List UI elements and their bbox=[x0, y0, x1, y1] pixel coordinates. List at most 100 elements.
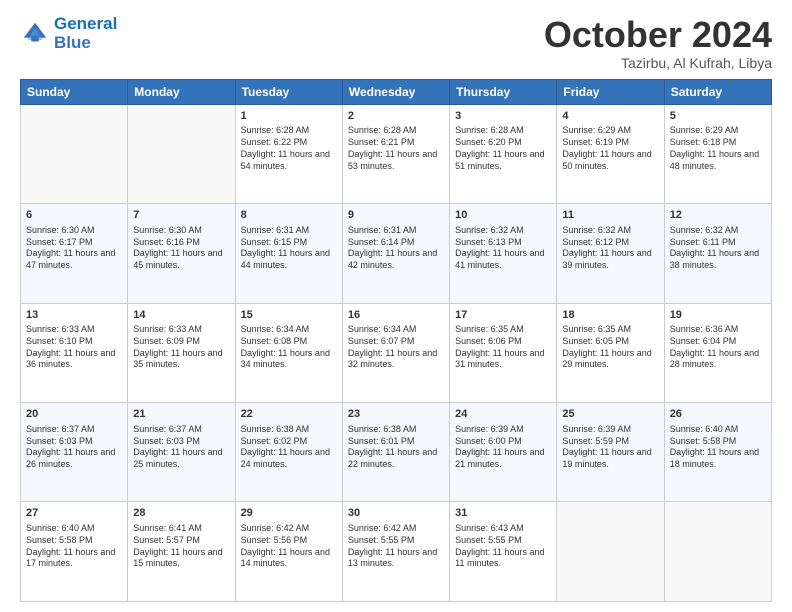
cell-info: Sunrise: 6:32 AM Sunset: 6:12 PM Dayligh… bbox=[562, 225, 658, 272]
calendar-cell: 14Sunrise: 6:33 AM Sunset: 6:09 PM Dayli… bbox=[128, 303, 235, 402]
day-number: 1 bbox=[241, 109, 337, 124]
day-number: 29 bbox=[241, 506, 337, 521]
day-number: 11 bbox=[562, 208, 658, 223]
cell-info: Sunrise: 6:34 AM Sunset: 6:08 PM Dayligh… bbox=[241, 324, 337, 371]
weekday-header: Friday bbox=[557, 79, 664, 104]
calendar-cell bbox=[557, 502, 664, 602]
cell-info: Sunrise: 6:42 AM Sunset: 5:55 PM Dayligh… bbox=[348, 523, 444, 570]
day-number: 10 bbox=[455, 208, 551, 223]
day-number: 13 bbox=[26, 308, 122, 323]
day-number: 2 bbox=[348, 109, 444, 124]
day-number: 7 bbox=[133, 208, 229, 223]
day-number: 22 bbox=[241, 407, 337, 422]
day-number: 19 bbox=[670, 308, 766, 323]
day-number: 21 bbox=[133, 407, 229, 422]
day-number: 16 bbox=[348, 308, 444, 323]
day-number: 15 bbox=[241, 308, 337, 323]
cell-info: Sunrise: 6:39 AM Sunset: 6:00 PM Dayligh… bbox=[455, 424, 551, 471]
cell-info: Sunrise: 6:40 AM Sunset: 5:58 PM Dayligh… bbox=[670, 424, 766, 471]
day-number: 28 bbox=[133, 506, 229, 521]
calendar-cell: 18Sunrise: 6:35 AM Sunset: 6:05 PM Dayli… bbox=[557, 303, 664, 402]
weekday-header: Sunday bbox=[21, 79, 128, 104]
location: Tazirbu, Al Kufrah, Libya bbox=[544, 55, 772, 71]
day-number: 25 bbox=[562, 407, 658, 422]
day-number: 26 bbox=[670, 407, 766, 422]
weekday-header: Tuesday bbox=[235, 79, 342, 104]
cell-info: Sunrise: 6:34 AM Sunset: 6:07 PM Dayligh… bbox=[348, 324, 444, 371]
cell-info: Sunrise: 6:40 AM Sunset: 5:58 PM Dayligh… bbox=[26, 523, 122, 570]
day-number: 5 bbox=[670, 109, 766, 124]
calendar-cell: 23 Sunrise: 6:38 AM Sunset: 6:01 PM Dayli… bbox=[342, 403, 449, 502]
calendar-cell: 26 Sunrise: 6:40 AM Sunset: 5:58 PM Dayli… bbox=[664, 403, 771, 502]
day-number: 20 bbox=[26, 407, 122, 422]
calendar-cell: 12 Sunrise: 6:32 AM Sunset: 6:11 PM Dayli… bbox=[664, 204, 771, 303]
calendar-week-row: 13Sunrise: 6:33 AM Sunset: 6:10 PM Dayli… bbox=[21, 303, 772, 402]
weekday-header: Thursday bbox=[450, 79, 557, 104]
calendar-cell bbox=[664, 502, 771, 602]
cell-info: Sunrise: 6:28 AM Sunset: 6:20 PM Dayligh… bbox=[455, 125, 551, 172]
cell-info: Sunrise: 6:28 AM Sunset: 6:21 PM Dayligh… bbox=[348, 125, 444, 172]
cell-info: Sunrise: 6:42 AM Sunset: 5:56 PM Dayligh… bbox=[241, 523, 337, 570]
cell-info: Sunrise: 6:36 AM Sunset: 6:04 PM Dayligh… bbox=[670, 324, 766, 371]
logo-icon bbox=[20, 19, 50, 49]
calendar-cell bbox=[21, 104, 128, 203]
calendar-cell: 25 Sunrise: 6:39 AM Sunset: 5:59 PM Dayli… bbox=[557, 403, 664, 502]
day-number: 9 bbox=[348, 208, 444, 223]
logo: General Blue bbox=[20, 15, 117, 52]
calendar-week-row: 1Sunrise: 6:28 AM Sunset: 6:22 PM Daylig… bbox=[21, 104, 772, 203]
calendar-cell: 20Sunrise: 6:37 AM Sunset: 6:03 PM Dayli… bbox=[21, 403, 128, 502]
calendar-week-row: 27 Sunrise: 6:40 AM Sunset: 5:58 PM Dayli… bbox=[21, 502, 772, 602]
logo-text: General Blue bbox=[54, 15, 117, 52]
day-number: 27 bbox=[26, 506, 122, 521]
cell-info: Sunrise: 6:39 AM Sunset: 5:59 PM Dayligh… bbox=[562, 424, 658, 471]
page: General Blue October 2024 Tazirbu, Al Ku… bbox=[0, 0, 792, 612]
calendar-cell: 29 Sunrise: 6:42 AM Sunset: 5:56 PM Dayli… bbox=[235, 502, 342, 602]
weekday-header: Monday bbox=[128, 79, 235, 104]
month-title: October 2024 bbox=[544, 15, 772, 55]
calendar-cell: 19Sunrise: 6:36 AM Sunset: 6:04 PM Dayli… bbox=[664, 303, 771, 402]
day-number: 4 bbox=[562, 109, 658, 124]
weekday-header: Saturday bbox=[664, 79, 771, 104]
calendar-cell: 13Sunrise: 6:33 AM Sunset: 6:10 PM Dayli… bbox=[21, 303, 128, 402]
calendar-cell: 24Sunrise: 6:39 AM Sunset: 6:00 PM Dayli… bbox=[450, 403, 557, 502]
cell-info: Sunrise: 6:32 AM Sunset: 6:11 PM Dayligh… bbox=[670, 225, 766, 272]
cell-info: Sunrise: 6:32 AM Sunset: 6:13 PM Dayligh… bbox=[455, 225, 551, 272]
cell-info: Sunrise: 6:38 AM Sunset: 6:01 PM Dayligh… bbox=[348, 424, 444, 471]
cell-info: Sunrise: 6:35 AM Sunset: 6:05 PM Dayligh… bbox=[562, 324, 658, 371]
calendar-cell: 8Sunrise: 6:31 AM Sunset: 6:15 PM Daylig… bbox=[235, 204, 342, 303]
calendar-cell: 31 Sunrise: 6:43 AM Sunset: 5:55 PM Dayli… bbox=[450, 502, 557, 602]
cell-info: Sunrise: 6:30 AM Sunset: 6:16 PM Dayligh… bbox=[133, 225, 229, 272]
day-number: 8 bbox=[241, 208, 337, 223]
calendar-cell bbox=[128, 104, 235, 203]
day-number: 30 bbox=[348, 506, 444, 521]
calendar-cell: 15Sunrise: 6:34 AM Sunset: 6:08 PM Dayli… bbox=[235, 303, 342, 402]
calendar-week-row: 6Sunrise: 6:30 AM Sunset: 6:17 PM Daylig… bbox=[21, 204, 772, 303]
day-number: 17 bbox=[455, 308, 551, 323]
calendar-cell: 21 Sunrise: 6:37 AM Sunset: 6:03 PM Dayli… bbox=[128, 403, 235, 502]
cell-info: Sunrise: 6:28 AM Sunset: 6:22 PM Dayligh… bbox=[241, 125, 337, 172]
day-number: 31 bbox=[455, 506, 551, 521]
cell-info: Sunrise: 6:37 AM Sunset: 6:03 PM Dayligh… bbox=[133, 424, 229, 471]
header: General Blue October 2024 Tazirbu, Al Ku… bbox=[20, 15, 772, 71]
title-block: October 2024 Tazirbu, Al Kufrah, Libya bbox=[544, 15, 772, 71]
day-number: 12 bbox=[670, 208, 766, 223]
cell-info: Sunrise: 6:29 AM Sunset: 6:19 PM Dayligh… bbox=[562, 125, 658, 172]
calendar-cell: 5Sunrise: 6:29 AM Sunset: 6:18 PM Daylig… bbox=[664, 104, 771, 203]
calendar-cell: 11 Sunrise: 6:32 AM Sunset: 6:12 PM Dayli… bbox=[557, 204, 664, 303]
calendar-cell: 22Sunrise: 6:38 AM Sunset: 6:02 PM Dayli… bbox=[235, 403, 342, 502]
calendar-cell: 16Sunrise: 6:34 AM Sunset: 6:07 PM Dayli… bbox=[342, 303, 449, 402]
calendar-cell: 6Sunrise: 6:30 AM Sunset: 6:17 PM Daylig… bbox=[21, 204, 128, 303]
calendar-cell: 3Sunrise: 6:28 AM Sunset: 6:20 PM Daylig… bbox=[450, 104, 557, 203]
calendar-cell: 10 Sunrise: 6:32 AM Sunset: 6:13 PM Dayli… bbox=[450, 204, 557, 303]
cell-info: Sunrise: 6:35 AM Sunset: 6:06 PM Dayligh… bbox=[455, 324, 551, 371]
day-number: 23 bbox=[348, 407, 444, 422]
cell-info: Sunrise: 6:29 AM Sunset: 6:18 PM Dayligh… bbox=[670, 125, 766, 172]
calendar-cell: 1Sunrise: 6:28 AM Sunset: 6:22 PM Daylig… bbox=[235, 104, 342, 203]
cell-info: Sunrise: 6:41 AM Sunset: 5:57 PM Dayligh… bbox=[133, 523, 229, 570]
day-number: 6 bbox=[26, 208, 122, 223]
day-number: 3 bbox=[455, 109, 551, 124]
calendar-cell: 7 Sunrise: 6:30 AM Sunset: 6:16 PM Daylig… bbox=[128, 204, 235, 303]
cell-info: Sunrise: 6:43 AM Sunset: 5:55 PM Dayligh… bbox=[455, 523, 551, 570]
calendar-cell: 4Sunrise: 6:29 AM Sunset: 6:19 PM Daylig… bbox=[557, 104, 664, 203]
calendar-cell: 30 Sunrise: 6:42 AM Sunset: 5:55 PM Dayli… bbox=[342, 502, 449, 602]
